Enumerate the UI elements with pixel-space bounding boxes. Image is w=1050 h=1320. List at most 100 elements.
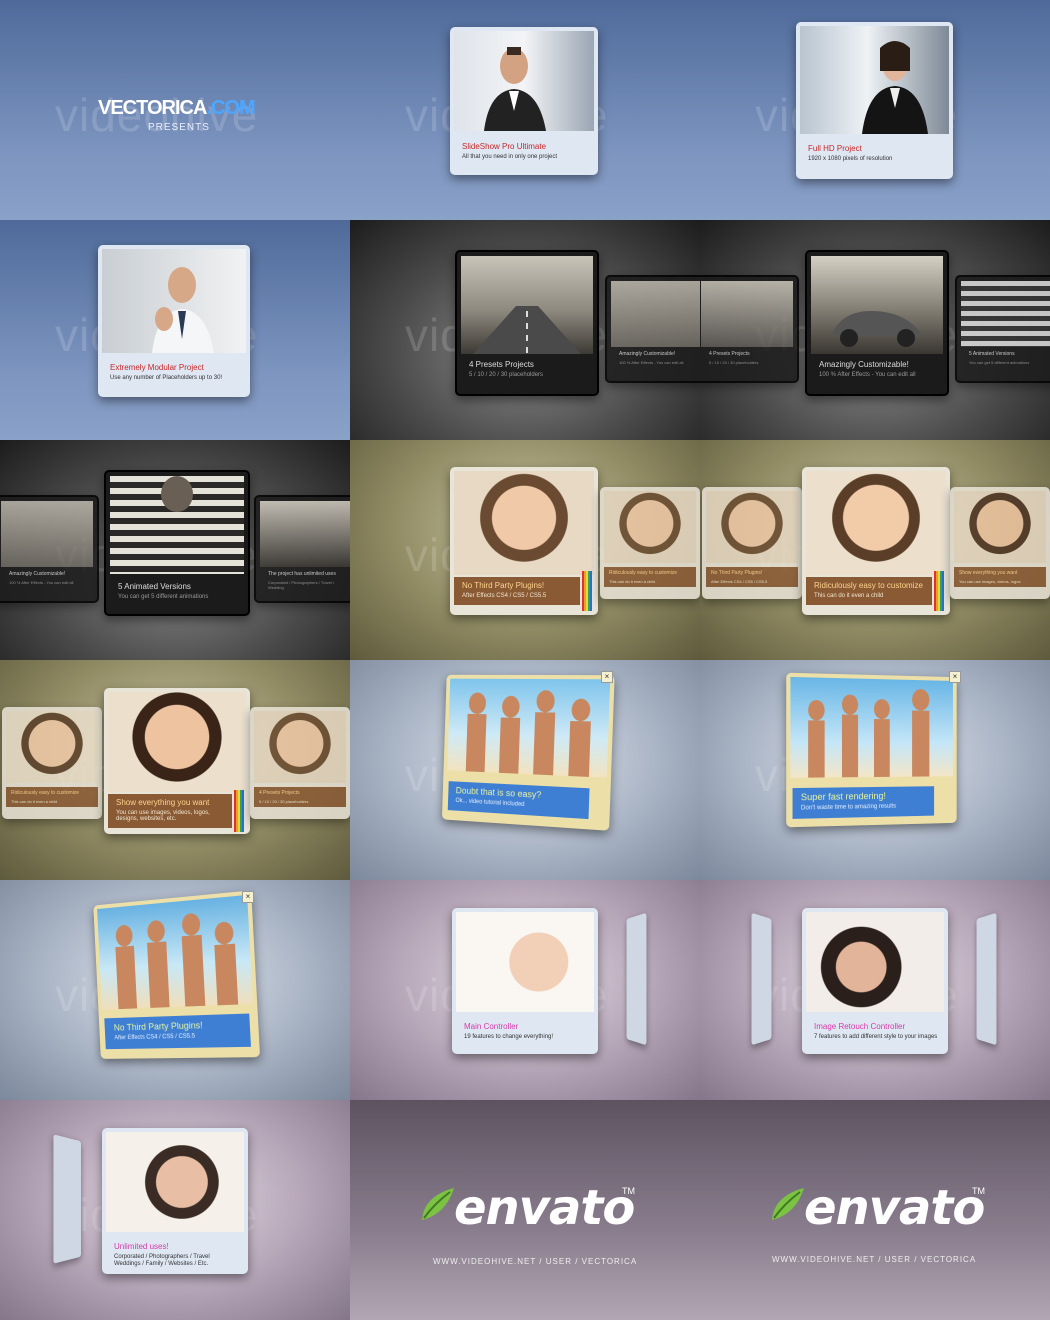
- card-title: Show everything you want: [116, 798, 210, 807]
- car-photo: [1, 501, 93, 567]
- brand-main: VECTORICA: [98, 97, 207, 119]
- road-photo: [461, 256, 593, 354]
- child-pouting-photo: [954, 491, 1046, 563]
- caption-band: Show everything you want You can use ima…: [108, 794, 232, 828]
- people-group-icon: [465, 690, 591, 777]
- card-title: Image Retouch Controller: [814, 1022, 906, 1031]
- left-side-card: No Third Party Plugins! After Effects CS…: [702, 487, 802, 599]
- frame-doubt-easy: videohive Doubt that is so easy? Ok... v…: [350, 660, 700, 880]
- side-card-desc: After Effects CS4 / CS5 / CS5.5: [711, 579, 768, 584]
- card-desc: You can use images, videos, logos, desig…: [116, 810, 210, 822]
- child-photo: [6, 711, 98, 783]
- road-photo: [701, 281, 793, 347]
- rainbow-stripe: [934, 571, 944, 611]
- left-side-card: Amazingly Customizable! 100 % After Effe…: [0, 495, 99, 603]
- close-icon[interactable]: ×: [601, 671, 613, 683]
- frame-fast-rendering: videohive Super fast rendering! Don't wa…: [700, 660, 1050, 880]
- people-group-icon: [115, 912, 239, 1010]
- frame-customizable: videohive 4 Presets Projects 5 / 10 / 20…: [700, 220, 1050, 440]
- caption-band: 4 Presets Projects 5 / 10 / 20 / 30 plac…: [254, 787, 346, 807]
- frame-intro: videohive VECTORICA.COM PRESENTS: [0, 0, 350, 220]
- close-icon[interactable]: ×: [949, 671, 961, 683]
- child-photo: [254, 711, 346, 783]
- left-side-card: Ridiculously easy to customize This can …: [2, 707, 102, 819]
- card-desc: After Effects CS4 / CS5 / CS5.5: [114, 1033, 196, 1042]
- businesswoman-photo: [800, 26, 949, 134]
- right-side-card: 4 Presets Projects 5 / 10 / 20 / 30 plac…: [250, 707, 350, 819]
- caption-band: Ridiculously easy to customize This can …: [604, 567, 696, 587]
- right-side-card: The project has unlimited uses Corporate…: [254, 495, 350, 603]
- slide-card: Amazingly Customizable! 100 % After Effe…: [805, 250, 949, 396]
- child-pouting-photo: [108, 692, 246, 792]
- caption-band: Show everything you want You can use ima…: [954, 567, 1046, 587]
- slide-card: Image Retouch Controller 7 features to a…: [802, 908, 948, 1054]
- envato-leaf-icon: [772, 1188, 804, 1220]
- right-side-card: [976, 912, 997, 1046]
- caption-band: Super fast rendering! Don't waste time t…: [792, 786, 935, 819]
- side-card-desc: 5 / 10 / 20 / 30 placeholders: [709, 360, 759, 365]
- left-side-card: 4 Presets Projects 5 / 10 / 20 / 30 plac…: [700, 275, 799, 383]
- child-photo: [604, 491, 696, 563]
- wedding-couple-photo: [106, 1132, 244, 1232]
- side-card-title: No Third Party Plugins!: [711, 570, 763, 576]
- man-silhouette-icon: [484, 47, 546, 131]
- caption-band: Ridiculously easy to customize This can …: [806, 577, 932, 605]
- side-card: [626, 912, 647, 1046]
- side-card: Ridiculously easy to customize This can …: [600, 487, 700, 599]
- card-desc: 100 % After Effects - You can edit all: [819, 372, 916, 378]
- presents-text: PRESENTS: [148, 122, 210, 133]
- card-title: Extremely Modular Project: [110, 363, 204, 372]
- left-side-card: [751, 912, 772, 1046]
- caption-band: No Third Party Plugins! After Effects CS…: [706, 567, 798, 587]
- car-icon: [831, 311, 923, 347]
- side-card-title: The project has unlimited uses: [268, 571, 336, 577]
- card-desc: 1920 x 1080 pixels of resolution: [808, 156, 893, 162]
- slide-card: Full HD Project 1920 x 1080 pixels of re…: [796, 22, 953, 179]
- card-title: Main Controller: [464, 1022, 519, 1031]
- rainbow-stripe: [234, 790, 244, 832]
- rainbow-stripe: [582, 571, 592, 611]
- side-card-title: 4 Presets Projects: [259, 790, 300, 796]
- trademark: TM: [622, 1186, 635, 1196]
- vintage-car-photo: [260, 501, 350, 567]
- card-desc: Use any number of Placeholders up to 30!: [110, 375, 223, 381]
- close-icon[interactable]: ×: [242, 891, 254, 903]
- slide-card: Doubt that is so easy? Ok... video tutor…: [441, 674, 615, 831]
- frame-show-everything: videohive Ridiculously easy to customize…: [0, 660, 350, 880]
- slide-card: Main Controller 19 features to change ev…: [452, 908, 598, 1054]
- card-title: Amazingly Customizable!: [819, 360, 909, 369]
- card-desc: All that you need in only one project: [462, 154, 558, 160]
- people-group-icon: [808, 688, 930, 778]
- caption-band: No Third Party Plugins! After Effects CS…: [104, 1013, 251, 1050]
- side-card-desc: You can use images, videos, logos: [959, 579, 1021, 584]
- side-card-title: 5 Animated Versions: [969, 351, 1015, 357]
- child-photo: [806, 471, 946, 575]
- side-card-title: 4 Presets Projects: [709, 351, 750, 357]
- frame-slideshow-pro: videohive SlideShow Pro Ultimate All tha…: [350, 0, 700, 220]
- card-title: Unlimited uses!: [114, 1242, 169, 1251]
- frame-modular: videohive Extremely Modular Project Use …: [0, 220, 350, 440]
- striped-sweater-photo: [110, 476, 244, 574]
- child-photo: [706, 491, 798, 563]
- frame-animated-versions: videohive Amazingly Customizable! 100 % …: [0, 440, 350, 660]
- trademark: TM: [972, 1186, 985, 1196]
- beach-jumping-photo: [790, 676, 953, 778]
- caption-band: No Third Party Plugins! After Effects CS…: [454, 577, 580, 605]
- caption-band: Ridiculously easy to customize This can …: [6, 787, 98, 807]
- slide-card: Show everything you want You can use ima…: [104, 688, 250, 834]
- frame-image-retouch: videohive Image Retouch Controller 7 fea…: [700, 880, 1050, 1100]
- brand-accent: .COM: [206, 97, 255, 119]
- card-title: SlideShow Pro Ultimate: [462, 142, 547, 151]
- wedding-kiss-photo: [806, 912, 944, 1012]
- side-card-desc: 100 % After Effects - You can edit all: [619, 360, 684, 365]
- slide-card: 4 Presets Projects 5 / 10 / 20 / 30 plac…: [455, 250, 599, 396]
- right-side-card: 5 Animated Versions You can get 5 differ…: [955, 275, 1050, 383]
- card-desc: Corporated / Photographers / Travel: [114, 1254, 210, 1260]
- frame-full-hd: videohive Full HD Project 1920 x 1080 pi…: [700, 0, 1050, 220]
- side-card-title: Ridiculously easy to customize: [609, 570, 678, 576]
- beach-friends-photo: [97, 894, 253, 1010]
- slide-card: No Third Party Plugins! After Effects CS…: [93, 890, 261, 1059]
- frame-envato-2: envato TM WWW.VIDEOHIVE.NET / USER / VEC…: [700, 1100, 1050, 1320]
- card-title: Ridiculously easy to customize: [814, 581, 923, 590]
- envato-logo-text: envato: [804, 1180, 985, 1236]
